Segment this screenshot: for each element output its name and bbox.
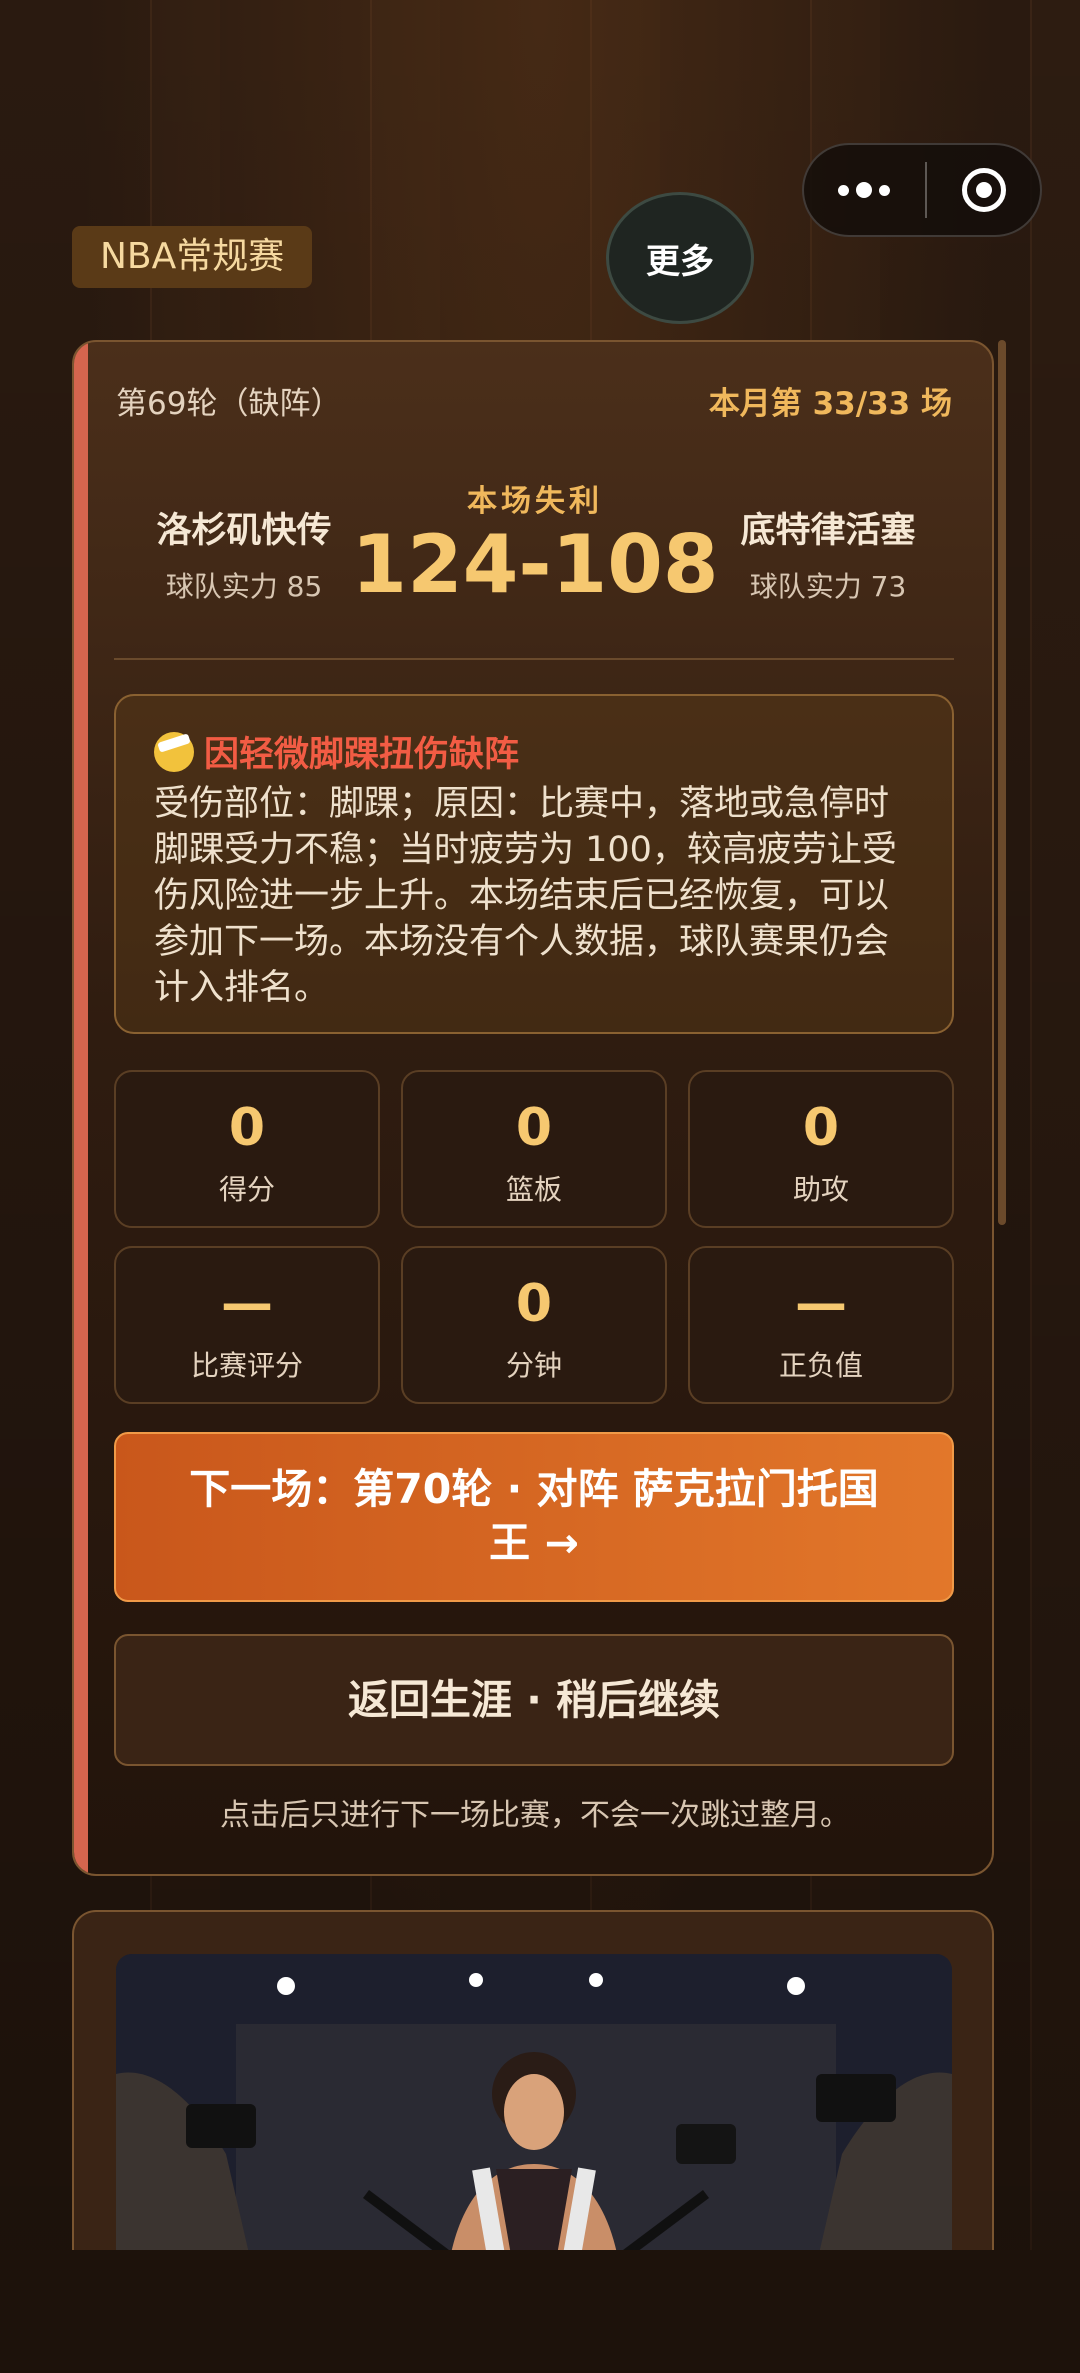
stat-plus-minus: — 正负值 bbox=[688, 1246, 954, 1404]
stat-rebounds: 0 篮板 bbox=[401, 1070, 667, 1228]
stat-label: 正负值 bbox=[778, 1349, 863, 1382]
stat-rating: — 比赛评分 bbox=[114, 1246, 380, 1404]
stat-label: 篮板 bbox=[505, 1173, 562, 1206]
injury-description: 受伤部位：脚踝；原因：比赛中，落地或急停时脚踝受力不稳；当时疲劳为 100，较高… bbox=[154, 784, 897, 1008]
match-result-card: 第69轮（缺阵） 本月第 33/33 场 洛杉矶快传 球队实力 85 本场失利 … bbox=[72, 340, 994, 1876]
stat-points: 0 得分 bbox=[114, 1070, 380, 1228]
injury-title-row: 因轻微脚踝扭伤缺阵 bbox=[154, 726, 914, 777]
away-team-name: 底特律活塞 bbox=[740, 511, 916, 551]
round-label: 第69轮（缺阵） bbox=[116, 386, 342, 422]
hint-note: 点击后只进行下一场比赛，不会一次跳过整月。 bbox=[220, 1798, 850, 1833]
mini-program-capsule bbox=[802, 143, 1042, 237]
scrollbar[interactable] bbox=[998, 340, 1006, 1225]
bandaged-face-icon bbox=[154, 731, 194, 772]
bottom-fade bbox=[0, 2250, 1080, 2373]
stat-label: 分钟 bbox=[505, 1349, 562, 1382]
close-mini-program-icon[interactable] bbox=[962, 168, 1006, 212]
away-team-power: 球队实力 73 bbox=[749, 570, 907, 603]
stat-minutes: 0 分钟 bbox=[401, 1246, 667, 1404]
month-progress: 本月第 33/33 场 bbox=[708, 386, 952, 422]
stat-value: 0 bbox=[515, 1274, 553, 1334]
next-game-button[interactable]: 下一场：第70轮 · 对阵 萨克拉门托国王 → bbox=[114, 1432, 954, 1602]
injury-title: 因轻微脚踝扭伤缺阵 bbox=[204, 735, 520, 775]
divider bbox=[114, 658, 954, 660]
stat-value: 0 bbox=[515, 1098, 553, 1158]
stat-value: 0 bbox=[802, 1098, 840, 1158]
stat-value: 0 bbox=[228, 1098, 266, 1158]
more-options-icon[interactable] bbox=[838, 182, 890, 198]
more-button[interactable]: 更多 bbox=[606, 192, 754, 324]
stat-value: — bbox=[795, 1274, 847, 1334]
stat-label: 得分 bbox=[218, 1173, 275, 1206]
stat-label: 助攻 bbox=[792, 1173, 849, 1206]
press-conference-image bbox=[116, 1954, 952, 2284]
capsule-divider bbox=[925, 162, 927, 218]
stat-label: 比赛评分 bbox=[190, 1349, 303, 1382]
stat-assists: 0 助攻 bbox=[688, 1070, 954, 1228]
away-team: 底特律活塞 球队实力 73 bbox=[698, 502, 958, 605]
stat-value: — bbox=[221, 1274, 273, 1334]
injury-panel: 因轻微脚踝扭伤缺阵 受伤部位：脚踝；原因：比赛中，落地或急停时脚踝受力不稳；当时… bbox=[114, 694, 954, 1034]
league-tag: NBA常规赛 bbox=[72, 226, 313, 288]
back-to-career-button[interactable]: 返回生涯 · 稍后继续 bbox=[114, 1634, 954, 1766]
press-conference-illustration bbox=[116, 1954, 952, 2284]
